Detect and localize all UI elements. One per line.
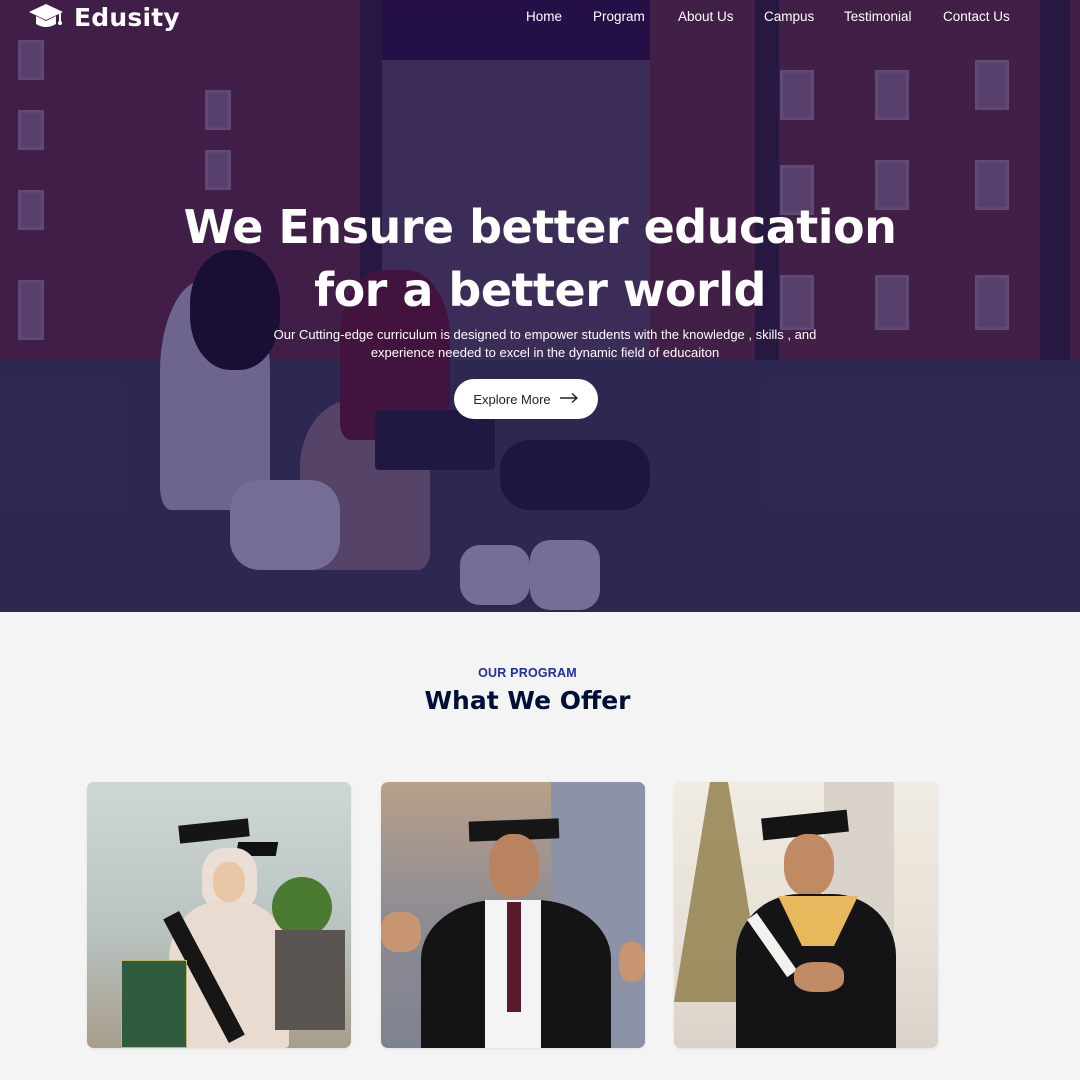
program-card-image — [87, 782, 351, 1048]
hero-subtitle: Our Cutting-edge curriculum is designed … — [240, 326, 850, 362]
arrow-right-icon — [559, 392, 579, 407]
program-card-image — [381, 782, 645, 1048]
nav-item-contact-us[interactable]: Contact Us — [943, 9, 1010, 24]
top-navbar: Edusity Home Program About Us Campus Tes… — [0, 0, 1080, 36]
explore-more-label: Explore More — [473, 391, 551, 407]
hero-subtitle-line-2: experience needed to excel in the dynami… — [370, 345, 720, 360]
hero-title-line-2: for a better world — [314, 263, 766, 317]
nav-item-home[interactable]: Home — [526, 9, 562, 24]
program-card-1[interactable] — [87, 782, 351, 1048]
nav-item-campus[interactable]: Campus — [764, 9, 814, 24]
section-eyebrow: OUR PROGRAM — [478, 666, 577, 680]
hero-title-line-1: We Ensure better education — [183, 200, 897, 254]
hero-title: We Ensure better education for a better … — [0, 196, 1080, 322]
section-title: What We Offer — [424, 686, 631, 715]
hero-section: Edusity Home Program About Us Campus Tes… — [0, 0, 1080, 612]
program-card-image — [674, 782, 938, 1048]
graduation-cap-icon — [28, 2, 64, 32]
nav-item-testimonial[interactable]: Testimonial — [844, 9, 912, 24]
hero-subtitle-line-1: Our Cutting-edge curriculum is designed … — [273, 327, 817, 342]
nav-item-program[interactable]: Program — [593, 9, 645, 24]
explore-more-button[interactable]: Explore More — [454, 379, 598, 419]
program-card-3[interactable] — [674, 782, 938, 1048]
brand-logo[interactable]: Edusity — [28, 2, 180, 32]
brand-name: Edusity — [74, 2, 180, 32]
nav-item-about-us[interactable]: About Us — [678, 9, 734, 24]
program-card-2[interactable] — [381, 782, 645, 1048]
